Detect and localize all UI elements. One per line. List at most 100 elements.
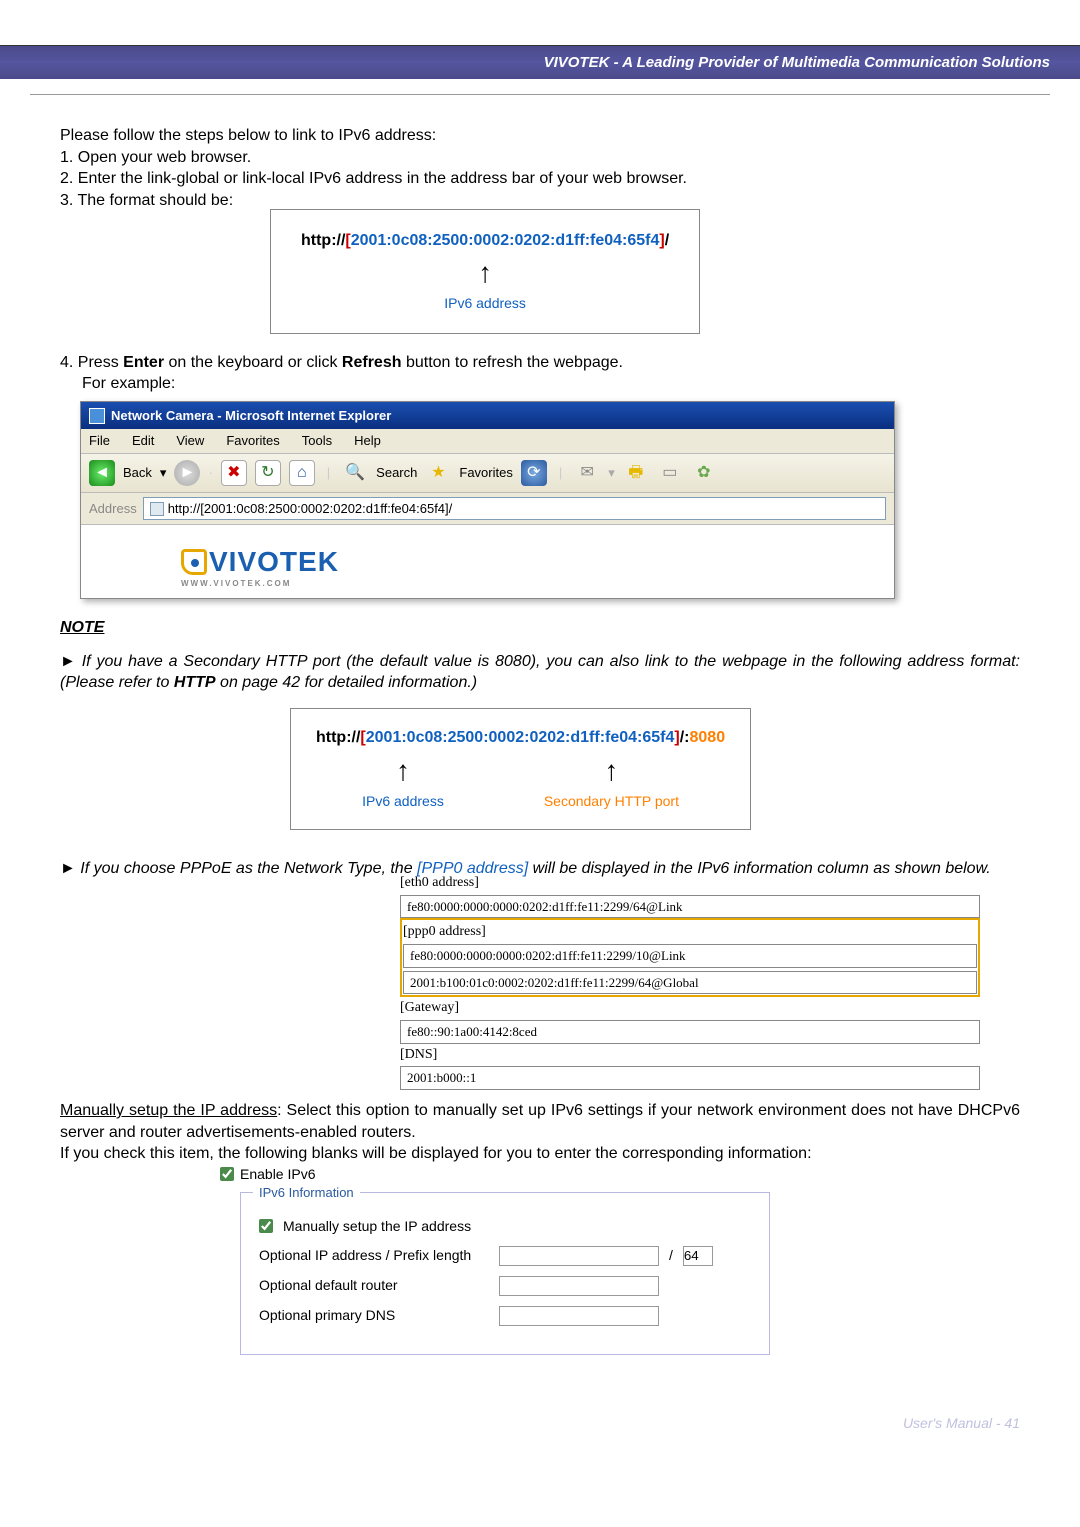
ie-toolbar: ◄ Back ▾ ► · ✖ ↻ ⌂ | 🔍 Search ★ Favorite… <box>81 454 894 493</box>
url2-label-port: Secondary HTTP port <box>544 792 679 811</box>
manual-heading: Manually setup the IP address <box>60 1102 277 1119</box>
menu-help[interactable]: Help <box>354 432 381 450</box>
intro-lead: Please follow the steps below to link to… <box>60 125 1020 147</box>
gateway-value: fe80::90:1a00:4142:8ced <box>400 1020 980 1044</box>
back-dropdown-icon[interactable]: ▾ <box>160 464 167 482</box>
ie-page-body: VIVOTEK WWW.VIVOTEK.COM <box>81 525 894 598</box>
dns-value: 2001:b000::1 <box>400 1066 980 1090</box>
note-p1-c: on page 42 for detailed information.) <box>216 674 478 691</box>
address-input[interactable]: http://[2001:0c08:2500:0002:0202:d1ff:fe… <box>143 497 886 521</box>
menu-edit[interactable]: Edit <box>132 432 154 450</box>
up-arrow-icon-2a: ↑ <box>362 752 444 790</box>
ipv6-form: IPv6 Information Manually setup the IP a… <box>240 1192 770 1355</box>
step4-line2: For example: <box>82 373 1020 395</box>
ie-titlebar: Network Camera - Microsoft Internet Expl… <box>81 402 894 430</box>
eth0-value: fe80:0000:0000:0000:0202:d1ff:fe11:2299/… <box>400 895 980 919</box>
manual-p2: If you check this item, the following bl… <box>60 1143 1020 1165</box>
pppoe-paragraph: ► If you choose PPPoE as the Network Typ… <box>60 858 1020 880</box>
back-label[interactable]: Back <box>123 464 152 482</box>
forward-button-icon[interactable]: ► <box>174 460 200 486</box>
url1-label: IPv6 address <box>301 294 669 313</box>
refresh-icon[interactable]: ↻ <box>255 460 281 486</box>
url2-port: 8080 <box>690 729 726 746</box>
search-label[interactable]: Search <box>376 464 417 482</box>
up-arrow-icon: ↑ <box>478 254 492 292</box>
url2-label-addr: IPv6 address <box>362 792 444 811</box>
toolbar-sep-3: | <box>559 464 562 482</box>
page-icon <box>150 502 164 516</box>
ppp0-highlight-box: [ppp0 address] fe80:0000:0000:0000:0202:… <box>400 918 980 997</box>
ie-app-icon <box>89 408 105 424</box>
edit-icon[interactable]: ▭ <box>657 460 683 486</box>
step4-c: on the keyboard or click <box>164 354 342 371</box>
enable-ipv6-checkbox[interactable] <box>220 1167 234 1181</box>
ip-prefix-label: Optional IP address / Prefix length <box>259 1246 489 1265</box>
step4-a: 4. Press <box>60 354 123 371</box>
ie-title-text: Network Camera - Microsoft Internet Expl… <box>111 407 391 425</box>
pppoe-c: will be displayed in the IPv6 informatio… <box>528 860 990 877</box>
url1-prefix: http:// <box>301 232 345 249</box>
pppoe-a: ► If you choose PPPoE as the Network Typ… <box>60 860 417 877</box>
ipv6-info-column: [eth0 address] fe80:0000:0000:0000:0202:… <box>400 872 980 1090</box>
toolbar-sep-2: | <box>327 464 330 482</box>
prefix-slash: / <box>669 1246 673 1265</box>
ie-menubar: File Edit View Favorites Tools Help <box>81 429 894 454</box>
url2-prefix: http:// <box>316 729 360 746</box>
favorites-icon[interactable]: ★ <box>425 460 451 486</box>
manual-setup-checkbox[interactable] <box>259 1219 273 1233</box>
primary-dns-label: Optional primary DNS <box>259 1306 489 1325</box>
home-icon[interactable]: ⌂ <box>289 460 315 486</box>
step-4: 4. Press Enter on the keyboard or click … <box>60 352 1020 395</box>
default-router-input[interactable] <box>499 1276 659 1296</box>
manual-setup-label: Manually setup the IP address <box>283 1217 471 1236</box>
history-icon[interactable]: ⟳ <box>521 460 547 486</box>
ppp0-value-1: fe80:0000:0000:0000:0202:d1ff:fe11:2299/… <box>403 944 977 968</box>
vivotek-logo: VIVOTEK WWW.VIVOTEK.COM <box>181 546 894 590</box>
mail-dropdown-icon[interactable]: ▾ <box>608 464 615 482</box>
ppp0-label: [ppp0 address] <box>403 921 977 944</box>
primary-dns-input[interactable] <box>499 1306 659 1326</box>
dns-label: [DNS] <box>400 1044 980 1067</box>
ppp0-value-2: 2001:b100:01c0:0002:0202:d1ff:fe11:2299/… <box>403 971 977 995</box>
menu-file[interactable]: File <box>89 432 110 450</box>
address-label: Address <box>89 500 137 518</box>
steps-block: Please follow the steps below to link to… <box>60 125 1020 211</box>
print-icon[interactable]: 🖶 <box>623 460 649 486</box>
url1-suffix: / <box>665 232 669 249</box>
ip-address-input[interactable] <box>499 1246 659 1266</box>
address-value: http://[2001:0c08:2500:0002:0202:d1ff:fe… <box>168 500 453 518</box>
step-1: 1. Open your web browser. <box>60 147 1020 169</box>
ie-window: Network Camera - Microsoft Internet Expl… <box>80 401 895 599</box>
step4-e: button to refresh the webpage. <box>402 354 623 371</box>
menu-view[interactable]: View <box>176 432 204 450</box>
menu-favorites[interactable]: Favorites <box>226 432 279 450</box>
favorites-label[interactable]: Favorites <box>459 464 512 482</box>
note-p1-http: HTTP <box>174 674 216 691</box>
mail-icon[interactable]: ✉ <box>574 460 600 486</box>
logo-text: VIVOTEK <box>209 546 339 577</box>
stop-icon[interactable]: ✖ <box>221 460 247 486</box>
url1-address: 2001:0c08:2500:0002:0202:d1ff:fe04:65f4 <box>351 232 660 249</box>
note-p1: ► If you have a Secondary HTTP port (the… <box>60 651 1020 694</box>
step4-enter: Enter <box>123 354 164 371</box>
url2-address: 2001:0c08:2500:0002:0202:d1ff:fe04:65f4 <box>366 729 675 746</box>
url-line-1: http://[2001:0c08:2500:0002:0202:d1ff:fe… <box>301 230 669 252</box>
default-router-label: Optional default router <box>259 1276 489 1295</box>
header-banner: VIVOTEK - A Leading Provider of Multimed… <box>0 45 1080 79</box>
menu-tools[interactable]: Tools <box>302 432 332 450</box>
search-icon[interactable]: 🔍 <box>342 460 368 486</box>
back-button-icon[interactable]: ◄ <box>89 460 115 486</box>
prefix-length-input[interactable] <box>683 1246 713 1266</box>
step-2: 2. Enter the link-global or link-local I… <box>60 168 1020 190</box>
step-3: 3. The format should be: <box>60 190 1020 212</box>
page-content: Please follow the steps below to link to… <box>0 95 1080 1355</box>
url-format-box-2: http://[2001:0c08:2500:0002:0202:d1ff:fe… <box>290 708 751 830</box>
toolbar-sep-1: · <box>208 464 212 482</box>
logo-subtext: WWW.VIVOTEK.COM <box>181 579 894 590</box>
messenger-icon[interactable]: ✿ <box>691 460 717 486</box>
ie-address-row: Address http://[2001:0c08:2500:0002:0202… <box>81 493 894 526</box>
ipv6-form-legend[interactable]: IPv6 Information <box>253 1184 360 1202</box>
url-line-2: http://[2001:0c08:2500:0002:0202:d1ff:fe… <box>316 727 725 749</box>
enable-ipv6-label: Enable IPv6 <box>240 1165 316 1184</box>
vivotek-eye-icon <box>181 549 207 575</box>
